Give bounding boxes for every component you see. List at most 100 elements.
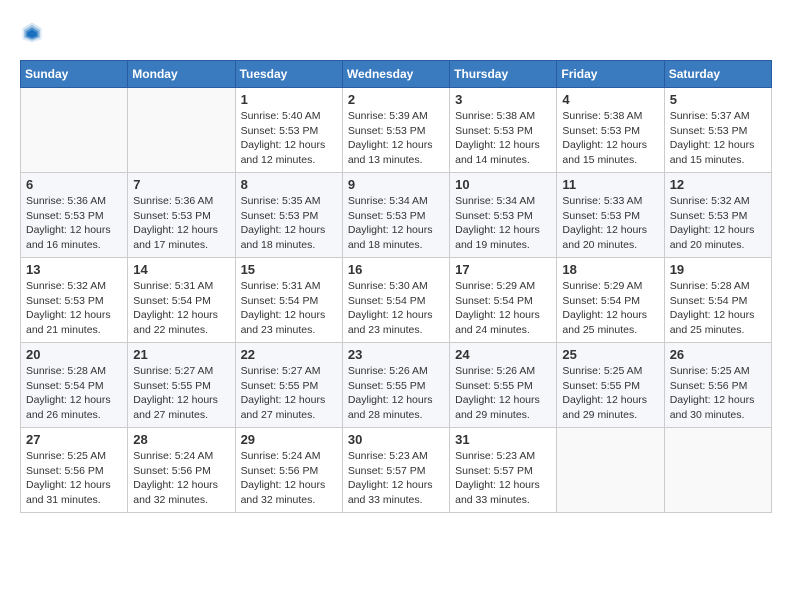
calendar-day-cell: 30 Sunrise: 5:23 AMSunset: 5:57 PMDayligh… — [342, 428, 449, 513]
calendar-day-cell: 26 Sunrise: 5:25 AMSunset: 5:56 PMDayligh… — [664, 343, 771, 428]
calendar-week-row: 13 Sunrise: 5:32 AMSunset: 5:53 PMDayligh… — [21, 258, 772, 343]
day-of-week-header: Saturday — [664, 61, 771, 88]
calendar-day-cell: 27 Sunrise: 5:25 AMSunset: 5:56 PMDayligh… — [21, 428, 128, 513]
day-info: Sunrise: 5:40 AMSunset: 5:53 PMDaylight:… — [241, 109, 337, 168]
day-number: 16 — [348, 262, 444, 277]
day-of-week-header: Thursday — [450, 61, 557, 88]
day-number: 13 — [26, 262, 122, 277]
day-info: Sunrise: 5:30 AMSunset: 5:54 PMDaylight:… — [348, 279, 444, 338]
calendar-day-cell: 6 Sunrise: 5:36 AMSunset: 5:53 PMDaylight… — [21, 173, 128, 258]
day-info: Sunrise: 5:39 AMSunset: 5:53 PMDaylight:… — [348, 109, 444, 168]
day-info: Sunrise: 5:38 AMSunset: 5:53 PMDaylight:… — [455, 109, 551, 168]
day-number: 24 — [455, 347, 551, 362]
calendar-day-cell: 5Sunrise: 5:37 AMSunset: 5:53 PMDaylight… — [664, 88, 771, 173]
day-number: 23 — [348, 347, 444, 362]
calendar-day-cell: 21Sunrise: 5:27 AMSunset: 5:55 PMDayligh… — [128, 343, 235, 428]
day-info: Sunrise: 5:23 AMSunset: 5:57 PMDaylight:… — [348, 449, 444, 508]
day-info: Sunrise: 5:36 AMSunset: 5:53 PMDaylight:… — [26, 194, 122, 253]
calendar-day-cell: 25Sunrise: 5:25 AMSunset: 5:55 PMDayligh… — [557, 343, 664, 428]
calendar-body: 1 Sunrise: 5:40 AMSunset: 5:53 PMDaylight… — [21, 88, 772, 513]
calendar-day-cell: 16 Sunrise: 5:30 AMSunset: 5:54 PMDayligh… — [342, 258, 449, 343]
day-number: 12 — [670, 177, 766, 192]
day-number: 27 — [26, 432, 122, 447]
day-number: 18 — [562, 262, 658, 277]
calendar-day-cell — [664, 428, 771, 513]
day-info: Sunrise: 5:25 AMSunset: 5:56 PMDaylight:… — [26, 449, 122, 508]
calendar-day-cell — [21, 88, 128, 173]
day-of-week-header: Sunday — [21, 61, 128, 88]
calendar-table: SundayMondayTuesdayWednesdayThursdayFrid… — [20, 60, 772, 513]
day-number: 30 — [348, 432, 444, 447]
day-info: Sunrise: 5:28 AMSunset: 5:54 PMDaylight:… — [26, 364, 122, 423]
day-number: 31 — [455, 432, 551, 447]
day-info: Sunrise: 5:25 AMSunset: 5:55 PMDaylight:… — [562, 364, 658, 423]
calendar-day-cell: 7Sunrise: 5:36 AMSunset: 5:53 PMDaylight… — [128, 173, 235, 258]
day-number: 1 — [241, 92, 337, 107]
calendar-day-cell: 24 Sunrise: 5:26 AMSunset: 5:55 PMDayligh… — [450, 343, 557, 428]
calendar-day-cell: 3 Sunrise: 5:38 AMSunset: 5:53 PMDaylight… — [450, 88, 557, 173]
calendar-week-row: 27 Sunrise: 5:25 AMSunset: 5:56 PMDayligh… — [21, 428, 772, 513]
day-of-week-header: Tuesday — [235, 61, 342, 88]
day-info: Sunrise: 5:26 AMSunset: 5:55 PMDaylight:… — [455, 364, 551, 423]
day-number: 14 — [133, 262, 229, 277]
day-number: 9 — [348, 177, 444, 192]
day-number: 28 — [133, 432, 229, 447]
day-info: Sunrise: 5:24 AMSunset: 5:56 PMDaylight:… — [133, 449, 229, 508]
day-info: Sunrise: 5:31 AMSunset: 5:54 PMDaylight:… — [241, 279, 337, 338]
day-number: 19 — [670, 262, 766, 277]
calendar-day-cell: 22 Sunrise: 5:27 AMSunset: 5:55 PMDayligh… — [235, 343, 342, 428]
day-number: 6 — [26, 177, 122, 192]
calendar-week-row: 6 Sunrise: 5:36 AMSunset: 5:53 PMDaylight… — [21, 173, 772, 258]
day-number: 3 — [455, 92, 551, 107]
day-info: Sunrise: 5:29 AMSunset: 5:54 PMDaylight:… — [455, 279, 551, 338]
day-info: Sunrise: 5:27 AMSunset: 5:55 PMDaylight:… — [241, 364, 337, 423]
calendar-day-cell — [128, 88, 235, 173]
day-number: 17 — [455, 262, 551, 277]
day-info: Sunrise: 5:28 AMSunset: 5:54 PMDaylight:… — [670, 279, 766, 338]
day-info: Sunrise: 5:34 AMSunset: 5:53 PMDaylight:… — [348, 194, 444, 253]
day-number: 15 — [241, 262, 337, 277]
day-info: Sunrise: 5:26 AMSunset: 5:55 PMDaylight:… — [348, 364, 444, 423]
calendar-day-cell: 23 Sunrise: 5:26 AMSunset: 5:55 PMDayligh… — [342, 343, 449, 428]
calendar-day-cell: 31 Sunrise: 5:23 AMSunset: 5:57 PMDayligh… — [450, 428, 557, 513]
day-number: 29 — [241, 432, 337, 447]
logo — [20, 20, 46, 44]
calendar-day-cell: 4Sunrise: 5:38 AMSunset: 5:53 PMDaylight… — [557, 88, 664, 173]
calendar-day-cell: 19 Sunrise: 5:28 AMSunset: 5:54 PMDayligh… — [664, 258, 771, 343]
calendar-day-cell: 1 Sunrise: 5:40 AMSunset: 5:53 PMDaylight… — [235, 88, 342, 173]
day-number: 11 — [562, 177, 658, 192]
day-info: Sunrise: 5:29 AMSunset: 5:54 PMDaylight:… — [562, 279, 658, 338]
day-number: 4 — [562, 92, 658, 107]
calendar-header: SundayMondayTuesdayWednesdayThursdayFrid… — [21, 61, 772, 88]
day-of-week-header: Friday — [557, 61, 664, 88]
days-of-week-row: SundayMondayTuesdayWednesdayThursdayFrid… — [21, 61, 772, 88]
calendar-week-row: 20 Sunrise: 5:28 AMSunset: 5:54 PMDayligh… — [21, 343, 772, 428]
day-info: Sunrise: 5:27 AMSunset: 5:55 PMDaylight:… — [133, 364, 229, 423]
calendar-day-cell: 9 Sunrise: 5:34 AMSunset: 5:53 PMDaylight… — [342, 173, 449, 258]
day-info: Sunrise: 5:24 AMSunset: 5:56 PMDaylight:… — [241, 449, 337, 508]
day-info: Sunrise: 5:25 AMSunset: 5:56 PMDaylight:… — [670, 364, 766, 423]
day-number: 8 — [241, 177, 337, 192]
calendar-day-cell: 18 Sunrise: 5:29 AMSunset: 5:54 PMDayligh… — [557, 258, 664, 343]
day-number: 2 — [348, 92, 444, 107]
calendar-day-cell: 17 Sunrise: 5:29 AMSunset: 5:54 PMDayligh… — [450, 258, 557, 343]
calendar-day-cell: 14 Sunrise: 5:31 AMSunset: 5:54 PMDayligh… — [128, 258, 235, 343]
logo-icon — [20, 20, 44, 44]
day-info: Sunrise: 5:31 AMSunset: 5:54 PMDaylight:… — [133, 279, 229, 338]
day-info: Sunrise: 5:32 AMSunset: 5:53 PMDaylight:… — [670, 194, 766, 253]
day-number: 22 — [241, 347, 337, 362]
day-info: Sunrise: 5:32 AMSunset: 5:53 PMDaylight:… — [26, 279, 122, 338]
calendar-day-cell: 10Sunrise: 5:34 AMSunset: 5:53 PMDayligh… — [450, 173, 557, 258]
day-of-week-header: Monday — [128, 61, 235, 88]
calendar-day-cell — [557, 428, 664, 513]
calendar-day-cell: 29 Sunrise: 5:24 AMSunset: 5:56 PMDayligh… — [235, 428, 342, 513]
calendar-day-cell: 12 Sunrise: 5:32 AMSunset: 5:53 PMDayligh… — [664, 173, 771, 258]
calendar-week-row: 1 Sunrise: 5:40 AMSunset: 5:53 PMDaylight… — [21, 88, 772, 173]
day-info: Sunrise: 5:36 AMSunset: 5:53 PMDaylight:… — [133, 194, 229, 253]
day-info: Sunrise: 5:23 AMSunset: 5:57 PMDaylight:… — [455, 449, 551, 508]
day-number: 26 — [670, 347, 766, 362]
calendar-day-cell: 20 Sunrise: 5:28 AMSunset: 5:54 PMDayligh… — [21, 343, 128, 428]
day-number: 5 — [670, 92, 766, 107]
day-info: Sunrise: 5:34 AMSunset: 5:53 PMDaylight:… — [455, 194, 551, 253]
day-number: 20 — [26, 347, 122, 362]
